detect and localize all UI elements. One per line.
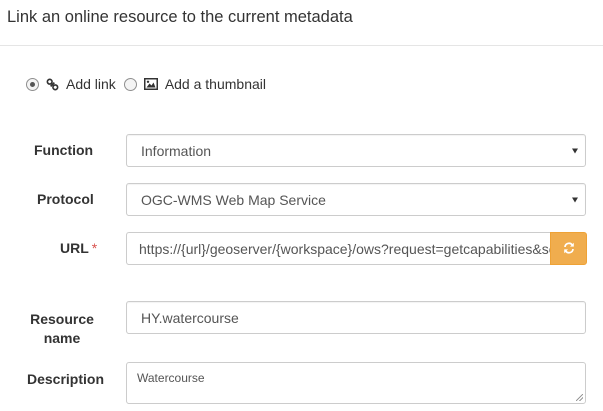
add-thumbnail-label[interactable]: Add a thumbnail xyxy=(165,76,266,92)
resource-type-selector: Add link Add a thumbnail xyxy=(26,74,266,94)
protocol-select[interactable]: OGC-WMS Web Map Service xyxy=(126,183,586,216)
description-label: Description xyxy=(27,371,105,387)
dialog-title: Link an online resource to the current m… xyxy=(7,8,353,26)
description-textarea[interactable]: Watercourse xyxy=(126,362,586,404)
function-select[interactable]: Information xyxy=(126,134,586,167)
caret-down-icon xyxy=(572,148,578,153)
protocol-label: Protocol xyxy=(37,191,94,207)
resource-name-input[interactable]: HY.watercourse xyxy=(126,301,586,334)
refresh-url-button[interactable] xyxy=(550,232,587,265)
link-icon xyxy=(46,78,59,91)
resource-name-label: Resource name xyxy=(28,310,96,348)
caret-down-icon xyxy=(572,197,578,202)
description-value: Watercourse xyxy=(137,371,205,385)
function-select-value: Information xyxy=(141,142,212,159)
add-link-radio[interactable] xyxy=(26,77,39,91)
resize-grip-icon[interactable] xyxy=(576,394,583,401)
url-input-value: https://{url}/geoserver/{workspace}/ows?… xyxy=(139,240,550,257)
resource-name-label-line1: Resource xyxy=(30,311,94,327)
required-marker: * xyxy=(91,240,98,256)
url-label: URL * xyxy=(60,240,97,256)
function-label: Function xyxy=(34,142,94,158)
resource-name-value: HY.watercourse xyxy=(141,309,239,326)
protocol-select-value: OGC-WMS Web Map Service xyxy=(141,191,326,208)
refresh-icon xyxy=(563,241,575,257)
image-icon xyxy=(143,78,158,90)
add-thumbnail-radio[interactable] xyxy=(123,77,137,91)
url-label-text: URL xyxy=(60,240,89,256)
dialog-header: Link an online resource to the current m… xyxy=(0,0,603,46)
url-input[interactable]: https://{url}/geoserver/{workspace}/ows?… xyxy=(126,232,550,265)
add-link-label[interactable]: Add link xyxy=(66,76,116,92)
resource-name-label-line2: name xyxy=(43,330,81,346)
